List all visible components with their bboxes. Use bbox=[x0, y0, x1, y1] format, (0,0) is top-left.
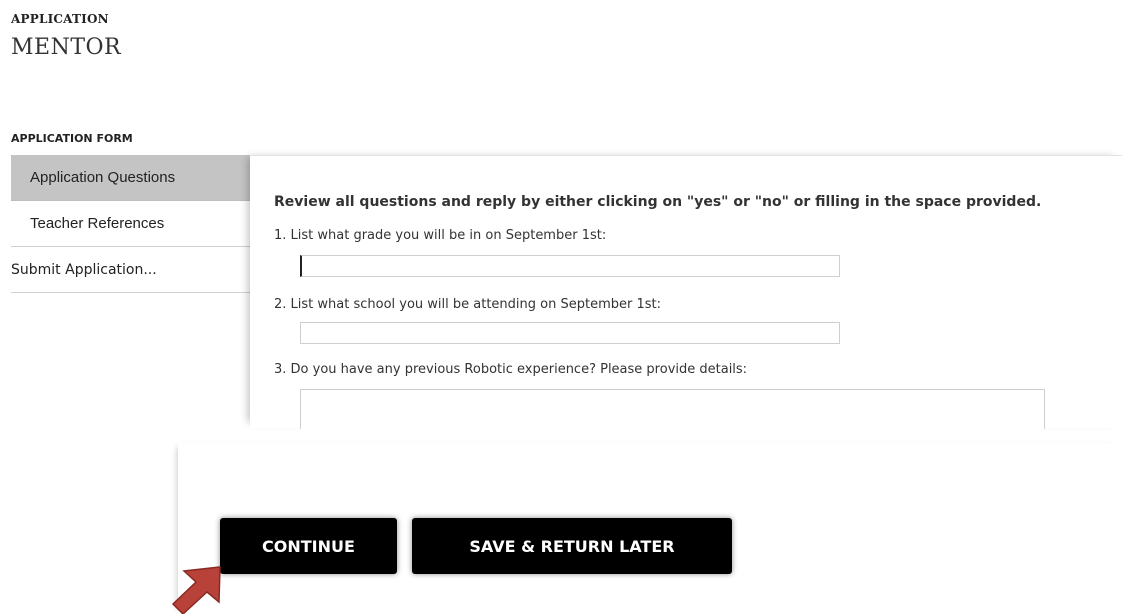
sidebar-item-submit-application[interactable]: Submit Application... bbox=[11, 247, 250, 293]
question-2-label: 2. List what school you will be attendin… bbox=[274, 297, 661, 312]
question-3-label: 3. Do you have any previous Robotic expe… bbox=[274, 362, 748, 377]
application-label: APPLICATION bbox=[11, 12, 109, 26]
continue-button[interactable]: CONTINUE bbox=[220, 518, 397, 574]
question-1-label: 1. List what grade you will be in on Sep… bbox=[274, 228, 607, 243]
questions-panel: Review all questions and reply by either… bbox=[250, 155, 1122, 429]
sidebar-item-label: Application Questions bbox=[30, 169, 176, 186]
save-return-later-button[interactable]: SAVE & RETURN LATER bbox=[412, 518, 732, 574]
pointer-arrow-icon bbox=[171, 566, 221, 614]
grade-input[interactable] bbox=[300, 255, 840, 277]
sidebar-item-application-questions[interactable]: Application Questions bbox=[11, 155, 250, 201]
instructions-text: Review all questions and reply by either… bbox=[274, 194, 1042, 210]
application-form-label: APPLICATION FORM bbox=[11, 132, 133, 145]
application-title: MENTOR bbox=[11, 35, 122, 60]
sidebar-item-label: Submit Application... bbox=[11, 262, 157, 278]
sidebar-item-teacher-references[interactable]: Teacher References bbox=[11, 201, 250, 247]
application-page: APPLICATION MENTOR APPLICATION FORM Appl… bbox=[0, 0, 1122, 614]
form-actions: CONTINUE SAVE & RETURN LATER bbox=[178, 443, 1122, 614]
robotic-experience-textarea[interactable] bbox=[300, 389, 1045, 429]
school-input[interactable] bbox=[300, 322, 840, 344]
sidebar: Application Questions Teacher References… bbox=[11, 155, 250, 293]
sidebar-item-label: Teacher References bbox=[30, 215, 165, 232]
